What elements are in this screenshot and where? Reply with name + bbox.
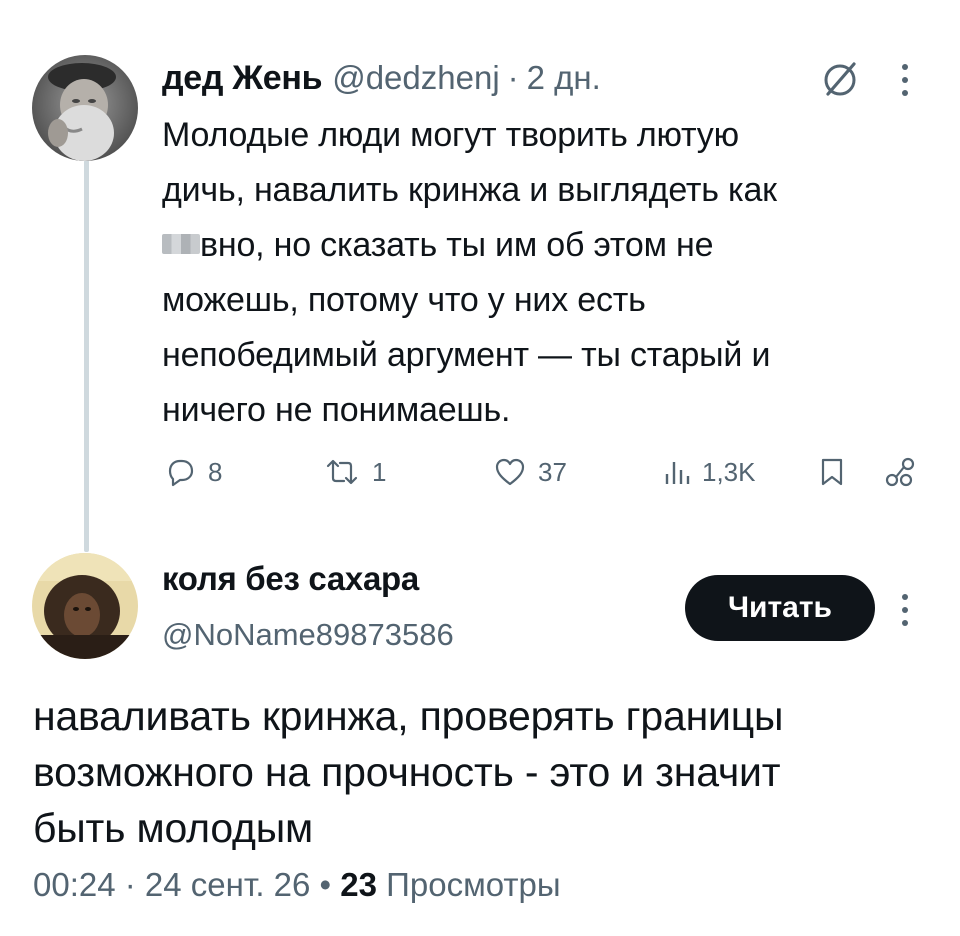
bookmark-icon (821, 458, 843, 486)
tweet2-timestamp[interactable]: 00:24 · 24 сент. 26 (33, 866, 310, 903)
tweet1-separator: · (507, 59, 519, 96)
retweet-button[interactable]: 1 (322, 448, 386, 496)
like-count: 37 (538, 456, 567, 487)
tweet1-action-bar: 8 1 37 1,3K (162, 448, 922, 496)
tweet1-header: дед Жень @dedzhenj · 2 дн. (162, 56, 601, 100)
censored-word-blur (162, 234, 200, 255)
tweet1-text-line: вно, но сказать ты им об этом не (162, 218, 922, 273)
views-bar-icon (665, 462, 690, 484)
thread-connector-line (84, 160, 89, 552)
tweet2-text-line: наваливать кринжа, проверять границы (33, 693, 784, 739)
like-button[interactable]: 37 (492, 448, 567, 496)
follow-button[interactable]: Читать (685, 575, 875, 641)
views-button[interactable]: 1,3K (662, 448, 756, 496)
meta-separator: • (319, 866, 332, 903)
tweet2-meta: 00:24 · 24 сент. 26 • 23 Просмотры (33, 866, 561, 904)
tweet1-text-line: можешь, потому что у них есть (162, 281, 646, 319)
reply-icon (168, 459, 194, 487)
retweet-count: 1 (372, 456, 387, 487)
tweet1-author-name[interactable]: дед Жень (162, 59, 323, 98)
tweet1-handle[interactable]: @dedzhenj (332, 59, 499, 97)
tweet1-text: Молодые люди могут творить лютую дичь, н… (162, 108, 922, 438)
views-count: 1,3K (702, 456, 756, 487)
avatar-noname[interactable] (32, 553, 138, 659)
grok-slash-icon[interactable] (818, 58, 862, 102)
tweet1-text-line: дичь, навалить кринжа и выглядеть как (162, 171, 777, 209)
tweet1-text-line: непобедимый аргумент — ты старый и (162, 336, 771, 374)
tweet1-text-line: ничего не понимаешь. (162, 391, 511, 429)
reply-count: 8 (208, 456, 223, 487)
tweet2-views-count: 23 (340, 866, 377, 903)
share-icon (885, 457, 915, 487)
tweet1-text-line-fragment: вно, но сказать ты им об этом не (200, 226, 714, 264)
tweet2-author-name[interactable]: коля без сахара (162, 560, 419, 598)
avatar-old-man-photo (32, 55, 138, 161)
more-vertical-icon[interactable] (898, 60, 912, 100)
tweet2-text-line: быть молодым (33, 805, 314, 851)
tweet2-views-label: Просмотры (386, 866, 561, 903)
tweet2-handle[interactable]: @NoName89873586 (162, 617, 454, 653)
tweet2-text: наваливать кринжа, проверять границы воз… (33, 688, 933, 856)
bookmark-button[interactable] (817, 448, 847, 496)
share-button[interactable] (882, 448, 918, 496)
reply-button[interactable]: 8 (162, 448, 222, 496)
more-vertical-icon[interactable] (898, 590, 912, 630)
avatar-dedzhenj[interactable] (32, 55, 138, 161)
tweet2-text-line: возможного на прочность - это и значит (33, 749, 781, 795)
avatar-curly-hair-photo (32, 553, 138, 659)
tweet1-text-line: Молодые люди могут творить лютую (162, 116, 739, 154)
retweet-icon (326, 459, 358, 485)
tweet1-time[interactable]: 2 дн. (527, 59, 601, 97)
heart-icon (495, 458, 525, 486)
